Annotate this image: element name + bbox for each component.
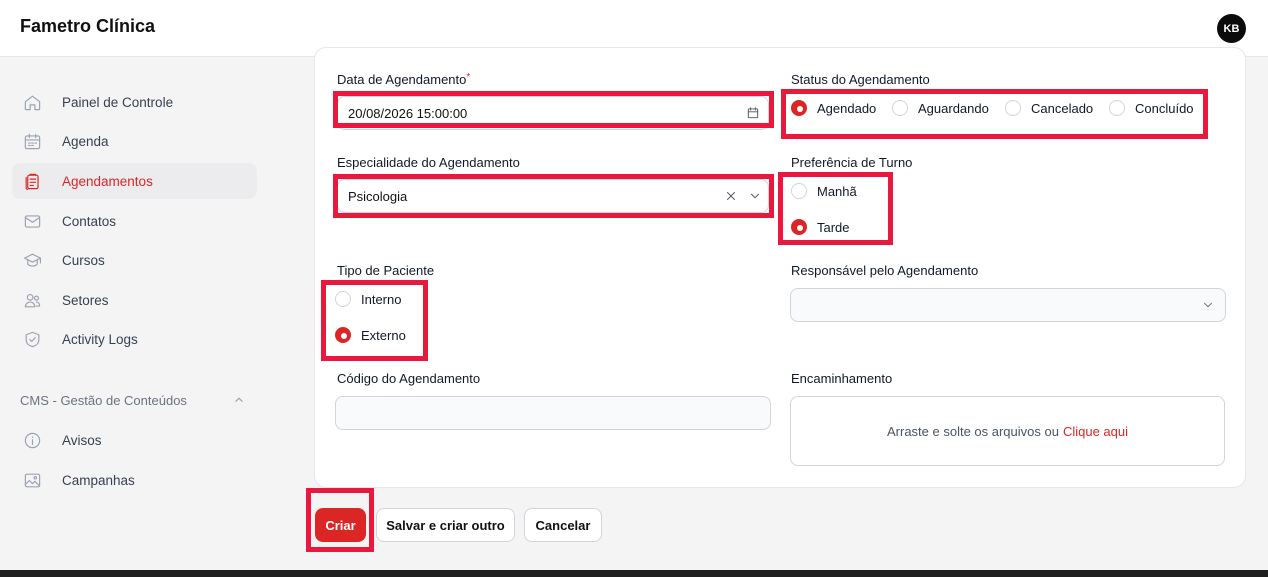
chevron-down-icon[interactable] <box>748 189 762 203</box>
sidebar-item-label: Painel de Controle <box>62 94 174 110</box>
status-option-agendado[interactable]: Agendado <box>791 100 876 116</box>
sidebar-item-agendamentos[interactable]: Agendamentos <box>12 163 257 199</box>
calendar-icon <box>22 131 42 151</box>
required-marker: * <box>466 72 471 83</box>
status-option-aguardando[interactable]: Aguardando <box>892 100 989 116</box>
mail-icon <box>22 211 42 231</box>
status-option-cancelado[interactable]: Cancelado <box>1005 100 1093 116</box>
especialidade-select[interactable]: Psicologia <box>337 179 769 213</box>
app-title[interactable]: Fametro Clínica <box>20 16 155 37</box>
radio-dot[interactable] <box>1005 100 1021 116</box>
sidebar-item-label: Cursos <box>62 252 105 268</box>
responsavel-label: Responsável pelo Agendamento <box>791 263 979 278</box>
radio-dot[interactable] <box>1109 100 1125 116</box>
info-icon <box>22 430 42 450</box>
radio-dot[interactable] <box>791 219 807 235</box>
sidebar-item-label: Campanhas <box>62 472 135 488</box>
taskbar-strip <box>0 570 1268 577</box>
sidebar-item-avisos[interactable]: Avisos <box>12 422 257 458</box>
image-icon <box>22 470 42 490</box>
home-icon <box>22 92 42 112</box>
calendar-picker-icon[interactable] <box>746 106 760 120</box>
clear-icon[interactable] <box>724 189 738 203</box>
radio-dot[interactable] <box>892 100 908 116</box>
sidebar-item-label: Agenda <box>62 133 109 149</box>
save-create-another-button[interactable]: Salvar e criar outro <box>376 508 515 542</box>
sidebar-item-label: Avisos <box>62 432 102 448</box>
sidebar-item-painel-de-controle[interactable]: Painel de Controle <box>12 84 257 120</box>
especialidade-label: Especialidade do Agendamento <box>337 155 520 170</box>
radio-dot[interactable] <box>335 291 351 307</box>
dropzone-text: Arraste e solte os arquivos ou <box>886 423 1059 439</box>
status-label: Status do Agendamento <box>791 72 930 87</box>
turno-label: Preferência de Turno <box>791 155 913 170</box>
sidebar-item-label: Activity Logs <box>62 331 138 347</box>
radio-dot[interactable] <box>791 183 807 199</box>
dropzone-browse-link[interactable]: Clique aqui <box>1063 424 1128 439</box>
shield-check-icon <box>22 329 42 349</box>
sidebar-item-campanhas[interactable]: Campanhas <box>12 462 257 498</box>
encaminhamento-label: Encaminhamento <box>791 371 893 386</box>
sidebar: Painel de Controle Agenda Agendamentos C… <box>0 57 272 577</box>
sidebar-item-label: Agendamentos <box>62 173 153 189</box>
codigo-input[interactable] <box>335 396 771 430</box>
users-icon <box>22 290 42 310</box>
sidebar-item-label: Contatos <box>62 213 117 229</box>
chevron-up-icon[interactable] <box>232 393 246 407</box>
cancel-button[interactable]: Cancelar <box>524 508 602 542</box>
especialidade-value: Psicologia <box>348 188 408 204</box>
tipo-paciente-label: Tipo de Paciente <box>337 263 435 278</box>
chevron-down-icon[interactable] <box>1201 298 1215 312</box>
sidebar-group-label[interactable]: CMS - Gestão de Conteúdos <box>20 393 187 408</box>
radio-dot[interactable] <box>335 327 351 343</box>
clipboard-icon <box>22 171 42 191</box>
turno-option-tarde[interactable]: Tarde <box>791 219 850 235</box>
data-agendamento-input[interactable]: 20/08/2026 15:00:00 <box>337 96 769 130</box>
codigo-label: Código do Agendamento <box>337 371 481 386</box>
tipo-paciente-option-externo[interactable]: Externo <box>335 327 406 343</box>
tipo-paciente-option-interno[interactable]: Interno <box>335 291 401 307</box>
file-dropzone[interactable]: Arraste e solte os arquivos ou Clique aq… <box>790 396 1225 466</box>
sidebar-item-agenda[interactable]: Agenda <box>12 123 257 159</box>
sidebar-item-activity-logs[interactable]: Activity Logs <box>12 321 257 357</box>
sidebar-item-contatos[interactable]: Contatos <box>12 203 257 239</box>
radio-dot[interactable] <box>791 100 807 116</box>
graduation-cap-icon <box>22 250 42 270</box>
responsavel-select[interactable] <box>790 288 1226 322</box>
data-agendamento-value: 20/08/2026 15:00:00 <box>348 105 468 121</box>
sidebar-item-setores[interactable]: Setores <box>12 282 257 318</box>
main-content: Data de Agendamento* 20/08/2026 15:00:00… <box>272 47 1268 577</box>
turno-option-manha[interactable]: Manhã <box>791 183 857 199</box>
status-option-concluido[interactable]: Concluído <box>1109 100 1194 116</box>
data-agendamento-label: Data de Agendamento* <box>337 72 471 87</box>
sidebar-item-cursos[interactable]: Cursos <box>12 242 257 278</box>
create-button[interactable]: Criar <box>315 508 366 542</box>
sidebar-item-label: Setores <box>62 292 109 308</box>
user-avatar[interactable]: KB <box>1217 14 1246 43</box>
